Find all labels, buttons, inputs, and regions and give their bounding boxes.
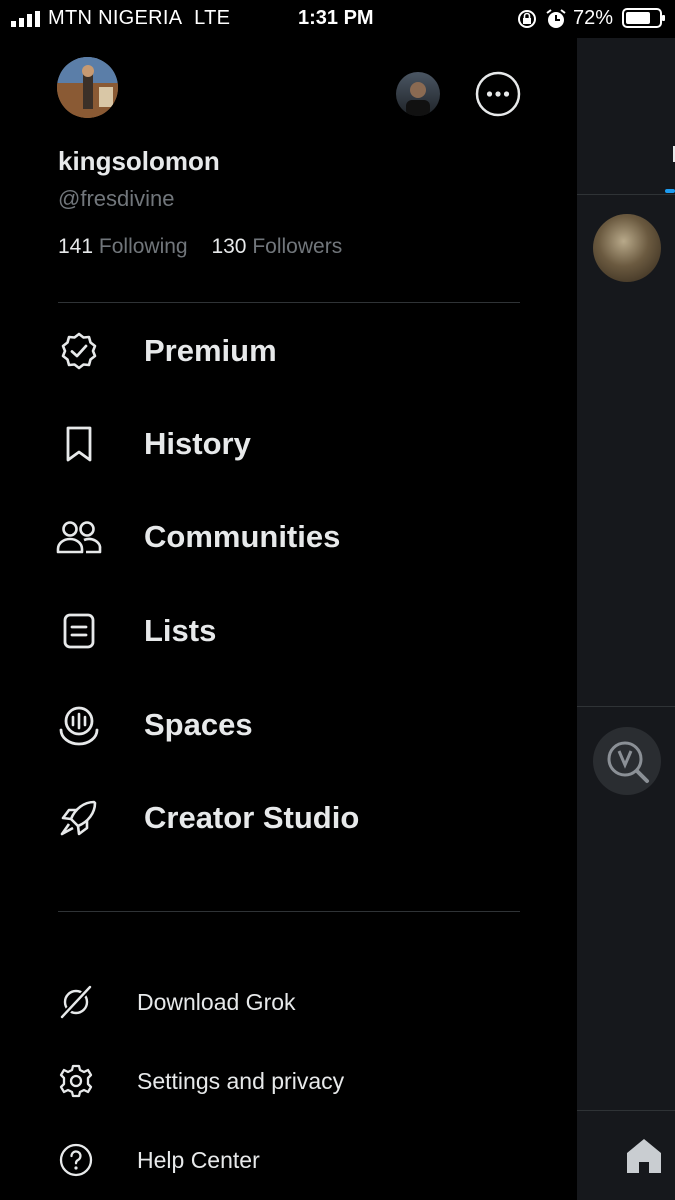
timeline-background [577,38,675,1200]
grok-icon [56,982,96,1022]
rocket-icon [56,795,102,841]
battery-icon [622,8,665,28]
verified-badge-icon [56,328,102,374]
menu-item-history[interactable]: History [56,414,526,474]
tab-indicator [665,189,675,193]
menu-item-creator-studio[interactable]: Creator Studio [56,788,526,848]
menu-item-help-center[interactable]: Help Center [56,1135,526,1185]
grok-search-icon [607,741,649,783]
menu-item-communities[interactable]: Communities [56,507,526,567]
menu-label: Download Grok [137,988,296,1015]
question-icon [56,1140,96,1180]
bookmark-icon [56,421,102,467]
more-accounts-button[interactable] [475,71,521,117]
tabbar-divider [577,1110,675,1111]
account-switch-avatar[interactable] [396,72,440,116]
followers-count: 130 [211,235,247,258]
status-bar: MTN NIGERIA LTE 1:31 PM 72% [0,0,675,38]
rotation-lock-icon [518,10,536,28]
avatar-photo [57,57,118,118]
menu-label: Creator Studio [144,800,360,835]
menu-label: Communities [144,519,341,554]
menu-item-premium[interactable]: Premium [56,321,526,381]
drawer-divider [58,302,520,303]
profile-avatar[interactable] [57,57,118,118]
avatar-photo [406,82,430,116]
timeline-divider [577,706,675,707]
tweet-avatar[interactable] [593,214,661,282]
menu-label: History [144,426,251,461]
gear-icon [56,1061,96,1101]
user-handle: @fresdivine [58,186,175,211]
menu-item-spaces[interactable]: Spaces [56,695,526,755]
clock: 1:31 PM [298,7,374,29]
followers-label: Followers [252,235,343,258]
alarm-icon [546,9,566,28]
following-count: 141 [58,235,94,258]
more-icon [475,71,521,117]
followers-link[interactable]: 130 Followers [211,235,342,258]
menu-item-download-grok[interactable]: Download Grok [56,977,526,1027]
following-label: Following [98,235,188,258]
carrier-name: MTN NIGERIA LTE [48,7,231,29]
following-link[interactable]: 141 Following [58,235,188,258]
drawer-divider [58,911,520,912]
battery-percent: 72% [573,7,614,29]
timeline-divider [577,194,675,195]
grok-search-button[interactable] [593,727,661,795]
menu-label: Lists [144,613,217,648]
follow-counts: 141 Following 130 Followers [58,235,342,259]
list-icon [56,608,102,654]
menu-label: Premium [144,333,277,368]
home-icon[interactable] [624,1136,664,1176]
microphone-icon [56,702,102,748]
signal-icon [11,11,40,27]
menu-item-lists[interactable]: Lists [56,601,526,661]
menu-label: Settings and privacy [137,1067,345,1094]
display-name[interactable]: kingsolomon [58,146,220,177]
menu-label: Help Center [137,1146,260,1173]
people-icon [56,514,102,560]
menu-label: Spaces [144,707,253,742]
menu-item-settings[interactable]: Settings and privacy [56,1056,526,1106]
